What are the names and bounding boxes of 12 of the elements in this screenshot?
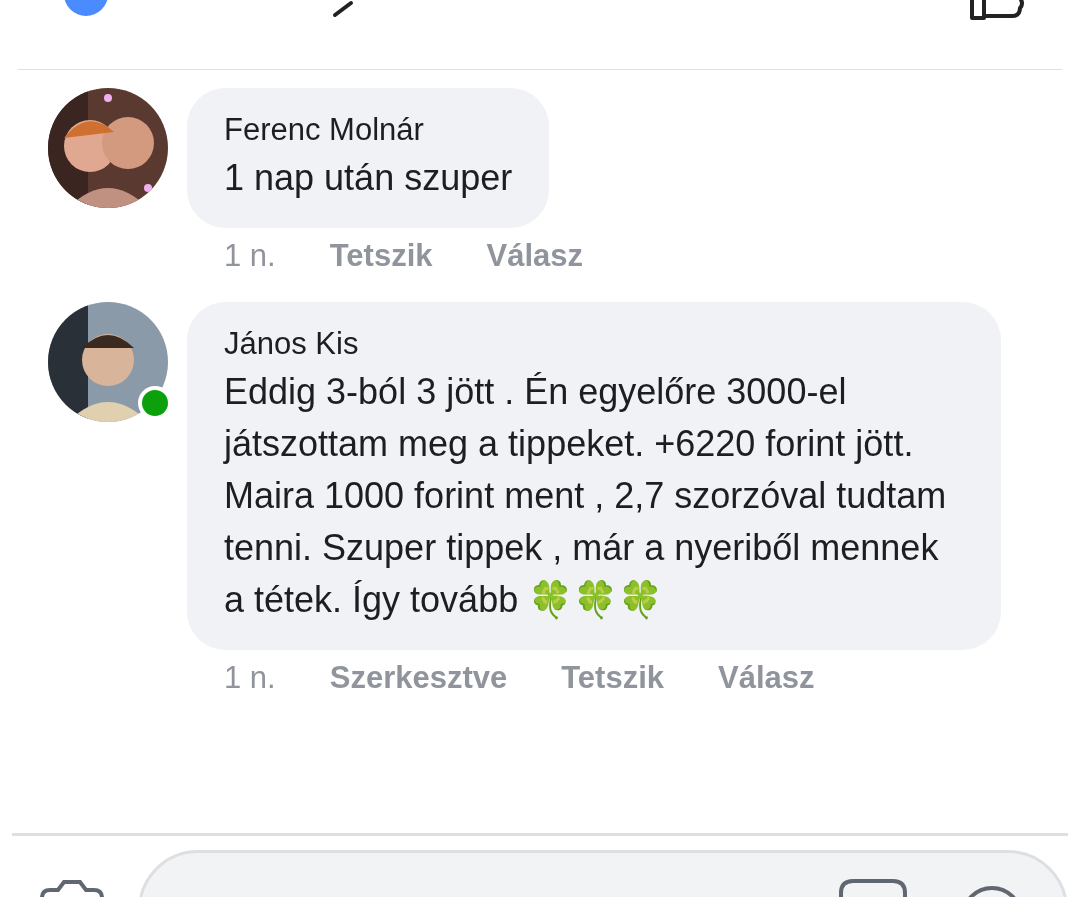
chevron-right-icon (332, 0, 354, 18)
comment-action-link[interactable]: Válasz (486, 236, 584, 276)
comment-text: 1 nap után szuper (224, 156, 513, 200)
author-name[interactable]: János Kis (224, 322, 964, 366)
timestamp: 1 n. (224, 659, 276, 697)
comment-action-link[interactable]: Válasz (718, 658, 815, 698)
timestamp: 1 n. (224, 237, 276, 275)
comment-text: Eddig 3-ból 3 jött . Én egyelőre 3000-el játszottam meg a tippeket. +6220 forint jött. Maira 1000 forint ment , 2,7 szorzóval tudtam tenni. Szuper tippek , már a nyeriből mennek a tétek. Így tovább 🍀🍀🍀 (224, 370, 948, 622)
edited-label: Szerkesztve (329, 659, 508, 697)
comment-action-link[interactable]: Tetszik (561, 658, 665, 698)
comment-action-link[interactable]: Tetszik (329, 236, 433, 276)
author-name[interactable]: Ferenc Molnár (224, 108, 513, 152)
